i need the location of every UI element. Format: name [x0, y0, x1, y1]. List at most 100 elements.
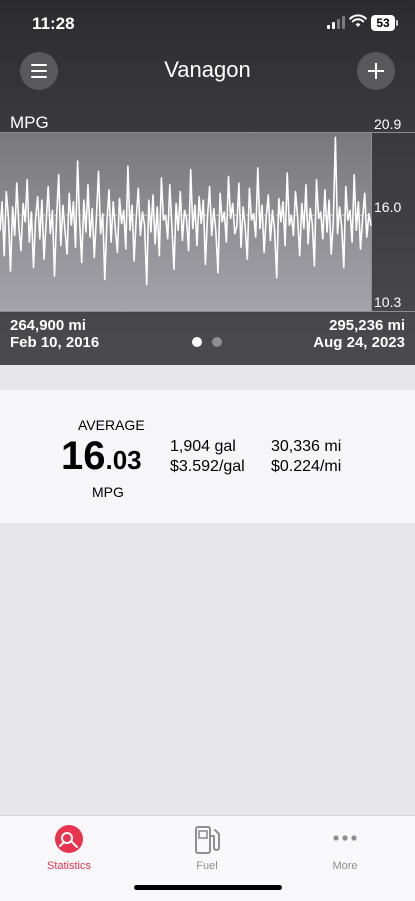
- status-time: 11:28: [32, 14, 75, 33]
- mpg-point: [200, 223, 202, 225]
- mpg-point: [167, 238, 169, 240]
- mpg-point: [9, 270, 12, 272]
- mpg-point: [280, 221, 282, 223]
- mpg-point: [257, 167, 259, 169]
- mpg-point: [248, 187, 250, 189]
- mpg-point: [362, 218, 364, 220]
- wifi-icon: [349, 14, 367, 27]
- mpg-point: [244, 226, 246, 228]
- mpg-point: [202, 199, 204, 201]
- mpg-point: [265, 216, 267, 218]
- mpg-point: [364, 192, 366, 194]
- stats-panel: AVERAGE 16.03 MPG 1,904 gal $3.592/gal 3…: [0, 390, 415, 523]
- mpg-point: [355, 229, 357, 232]
- mpg-point: [313, 265, 315, 267]
- mpg-point: [154, 243, 156, 245]
- average-decimal: .03: [105, 445, 142, 475]
- mpg-point: [204, 263, 206, 266]
- mpg-point: [66, 253, 68, 255]
- tab-fuel[interactable]: Fuel: [157, 824, 257, 872]
- mpg-point: [359, 248, 362, 250]
- mpg-point: [24, 221, 26, 223]
- mpg-point: [30, 211, 32, 213]
- mpg-point: [162, 219, 165, 221]
- mpg-point: [129, 229, 131, 232]
- mpg-point: [341, 226, 343, 228]
- mpg-point: [81, 262, 83, 264]
- mpg-point: [116, 252, 118, 254]
- mpg-point: [274, 229, 276, 232]
- mpg-point: [246, 258, 248, 260]
- statistics-icon: [55, 825, 83, 853]
- mpg-point: [242, 206, 244, 208]
- mpg-point: [16, 182, 18, 184]
- mpg-point: [53, 275, 56, 277]
- mpg-point: [339, 206, 341, 208]
- mpg-point: [58, 173, 60, 176]
- mpg-point: [77, 160, 79, 162]
- mpg-point: [95, 216, 97, 218]
- mpg-chart[interactable]: [0, 132, 415, 312]
- mpg-point: [123, 209, 125, 211]
- mpg-point: [51, 209, 54, 211]
- mpg-point: [259, 228, 261, 230]
- mpg-point: [89, 236, 91, 238]
- mpg-point: [68, 192, 70, 194]
- mpg-point: [209, 185, 211, 187]
- mpg-point: [87, 184, 89, 186]
- add-button[interactable]: [357, 52, 395, 90]
- mpg-point: [150, 231, 152, 233]
- mpg-point: [175, 202, 177, 204]
- mpg-point: [368, 212, 370, 215]
- mpg-point: [263, 252, 265, 254]
- average-integer: 16: [61, 434, 106, 478]
- mpg-point: [330, 253, 332, 255]
- tab-more[interactable]: More: [295, 824, 395, 872]
- mpg-point: [114, 228, 116, 230]
- battery-icon: 53: [371, 15, 398, 31]
- mpg-point: [93, 257, 95, 259]
- header: 11:28 53 Vanagon MPG 20.9 16.0 10.3 264,…: [0, 0, 415, 365]
- tab-more-label: More: [332, 860, 358, 872]
- average-label: AVERAGE: [78, 417, 145, 433]
- mpg-point: [336, 233, 339, 235]
- mpg-point: [188, 250, 190, 252]
- mpg-point: [39, 238, 41, 240]
- page-dot-1[interactable]: [192, 337, 202, 347]
- mpg-point: [326, 231, 328, 233]
- average-value: 16.03: [61, 434, 142, 479]
- mpg-point: [118, 197, 121, 199]
- mpg-point: [267, 194, 269, 196]
- mpg-point: [269, 240, 271, 242]
- mpg-point: [43, 258, 45, 260]
- mpg-point: [72, 201, 74, 203]
- mpg-point: [322, 238, 324, 240]
- mpg-point: [343, 267, 345, 269]
- mpg-point: [219, 192, 221, 194]
- mpg-point: [5, 190, 7, 192]
- mpg-point: [206, 216, 209, 218]
- mpg-point: [179, 190, 181, 192]
- tab-statistics[interactable]: Statistics: [19, 824, 119, 872]
- mpg-point: [108, 189, 110, 191]
- mpg-point: [171, 226, 173, 228]
- mpg-point: [315, 178, 318, 181]
- page-dot-2[interactable]: [212, 337, 222, 347]
- mpg-point: [173, 268, 175, 271]
- mpg-point: [194, 204, 196, 206]
- mpg-point: [334, 136, 336, 138]
- mpg-point: [45, 223, 47, 225]
- mpg-point: [137, 187, 139, 189]
- mpg-point: [100, 233, 102, 235]
- average-unit: MPG: [92, 484, 124, 500]
- mpg-point: [158, 255, 160, 257]
- mpg-point: [160, 177, 162, 179]
- mpg-point: [225, 241, 227, 243]
- mpg-point: [278, 197, 280, 199]
- mpg-point: [165, 214, 167, 216]
- mpg-point: [332, 221, 334, 223]
- mpg-point: [127, 165, 129, 167]
- mpg-point: [121, 223, 123, 225]
- mpg-point: [62, 204, 64, 206]
- mpg-point: [18, 226, 20, 228]
